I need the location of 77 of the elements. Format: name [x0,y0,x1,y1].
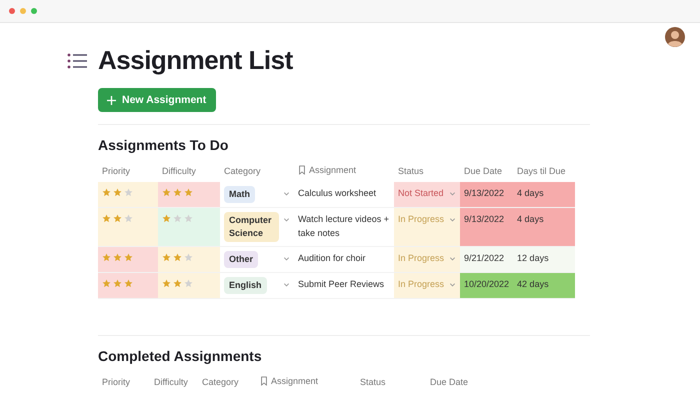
status-cell[interactable]: In Progress [394,272,460,298]
star-icon [124,214,133,223]
star-icon [113,188,122,197]
star-icon [102,279,111,288]
category-tag[interactable]: Math [224,186,255,203]
column-header: Due Date [464,166,502,176]
star-icon [184,214,193,223]
status-cell[interactable]: In Progress [394,208,460,246]
avatar[interactable] [665,27,685,47]
caret-icon [449,191,456,197]
column-header: Assignment [271,376,318,386]
column-header: Assignment [309,165,356,175]
star-icon [102,214,111,223]
star-icon [102,188,111,197]
star-icon [184,188,193,197]
section-heading: Assignments To Do [98,136,230,153]
caret-icon [283,217,290,223]
plus-icon [107,96,116,104]
star-icon [124,279,133,288]
category-tag[interactable]: Computer Science [224,212,279,242]
star-icon [173,253,182,262]
star-icon [124,188,133,197]
column-header: Due Date [430,377,468,387]
column-header: Difficulty [154,377,188,387]
close-dot[interactable] [9,8,15,14]
section-heading: Completed Assignments [98,347,263,364]
caret-icon [449,217,456,223]
star-icon [102,253,111,262]
star-icon [173,279,182,288]
caret-icon [449,282,456,288]
star-icon [162,214,171,223]
days-cell: 12 days [513,246,576,272]
star-icon [162,253,171,262]
assignment-text: Submit Peer Reviews [298,278,386,291]
caret-icon [283,191,290,197]
bookmark-icon [260,376,268,386]
days-cell: 4 days [513,208,576,246]
caret-icon [449,256,456,262]
column-header: Category [224,166,261,176]
star-icon [184,253,193,262]
days-cell: 42 days [513,272,576,298]
zoom-dot[interactable] [31,8,37,14]
column-header: Difficulty [162,166,196,176]
assignment-text: Watch lecture videos + take notes [298,213,390,240]
status-cell[interactable]: Not Started [394,182,460,208]
bookmark-icon [298,165,306,175]
star-icon [162,188,171,197]
star-icon [173,188,182,197]
assignment-text: Audition for choir [298,252,367,265]
column-header: Category [202,377,239,387]
star-icon [113,214,122,223]
column-header: Days til Due [517,166,566,176]
column-header: Priority [102,166,130,176]
days-cell: 4 days [513,182,576,208]
column-header: Status [398,166,424,176]
star-icon [113,279,122,288]
new-assignment-button[interactable]: New Assignment [98,88,216,112]
due-date-cell: 10/20/2022 [460,272,514,298]
page-title: Assignment List [98,45,293,76]
category-tag[interactable]: Other [224,251,258,268]
list-icon [67,52,88,70]
status-cell[interactable]: In Progress [394,246,460,272]
star-icon [184,279,193,288]
due-date-cell: 9/13/2022 [460,182,514,208]
column-header: Status [360,377,386,387]
assignment-text: Calculus worksheet [298,187,378,200]
star-icon [113,253,122,262]
due-date-cell: 9/13/2022 [460,208,514,246]
caret-icon [283,282,290,288]
star-icon [162,279,171,288]
category-tag[interactable]: English [224,277,267,294]
star-icon [124,253,133,262]
star-icon [173,214,182,223]
column-header: Priority [102,377,130,387]
minimize-dot[interactable] [20,8,26,14]
due-date-cell: 9/21/2022 [460,246,514,272]
caret-icon [283,256,290,262]
